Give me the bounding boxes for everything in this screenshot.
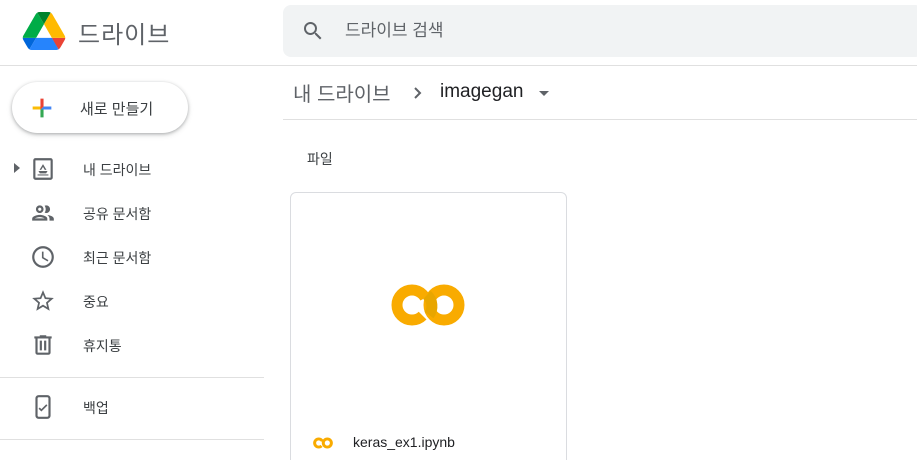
sidebar-item-recent[interactable]: 최근 문서함 [0,235,264,279]
star-icon [32,290,54,311]
people-icon [32,205,54,221]
new-button[interactable]: 새로 만들기 [12,82,188,133]
sidebar-item-label: 최근 문서함 [83,250,152,266]
sidebar-item-starred[interactable]: 중요 [0,279,264,323]
expand-arrow-icon[interactable] [14,163,20,173]
clock-icon [32,246,54,268]
sidebar-item-shared[interactable]: 공유 문서함 [0,191,264,235]
new-button-label: 새로 만들기 [80,101,154,118]
breadcrumb-my-drive[interactable]: 내 드라이브 [293,78,391,107]
drive-logo-icon[interactable] [22,12,66,50]
sidebar-item-my-drive[interactable]: 내 드라이브 [0,147,264,191]
sidebar-item-label: 내 드라이브 [83,162,152,178]
sidebar-item-label: 휴지통 [83,338,122,354]
sidebar-item-backup[interactable]: 백업 [0,385,264,429]
search-input[interactable] [345,19,885,43]
app-title: 드라이브 [78,22,171,49]
my-drive-icon [33,158,53,180]
files-section-label: 파일 [307,151,333,167]
sidebar-divider [0,377,264,378]
trash-icon [34,335,52,355]
top-bar: 드라이브 [0,0,917,66]
sidebar-item-label: 중요 [83,294,109,310]
search-bar[interactable] [283,5,917,57]
file-card[interactable]: keras_ex1.ipynb [290,192,567,460]
sidebar-item-label: 공유 문서함 [83,206,152,222]
file-thumbnail [291,193,566,413]
chevron-down-icon[interactable] [539,91,549,96]
colab-logo-icon [391,284,465,326]
breadcrumb-current-folder[interactable]: imagegan [440,81,523,103]
search-icon[interactable] [301,19,325,43]
sidebar-item-trash[interactable]: 휴지통 [0,323,264,367]
main-header-divider [283,119,917,120]
file-name: keras_ex1.ipynb [353,434,455,450]
backup-phone-icon [35,395,51,419]
colab-icon [313,437,333,449]
sidebar-item-label: 백업 [83,400,109,416]
plus-icon [32,98,52,118]
sidebar-divider [0,439,264,440]
chevron-right-icon [414,87,422,99]
